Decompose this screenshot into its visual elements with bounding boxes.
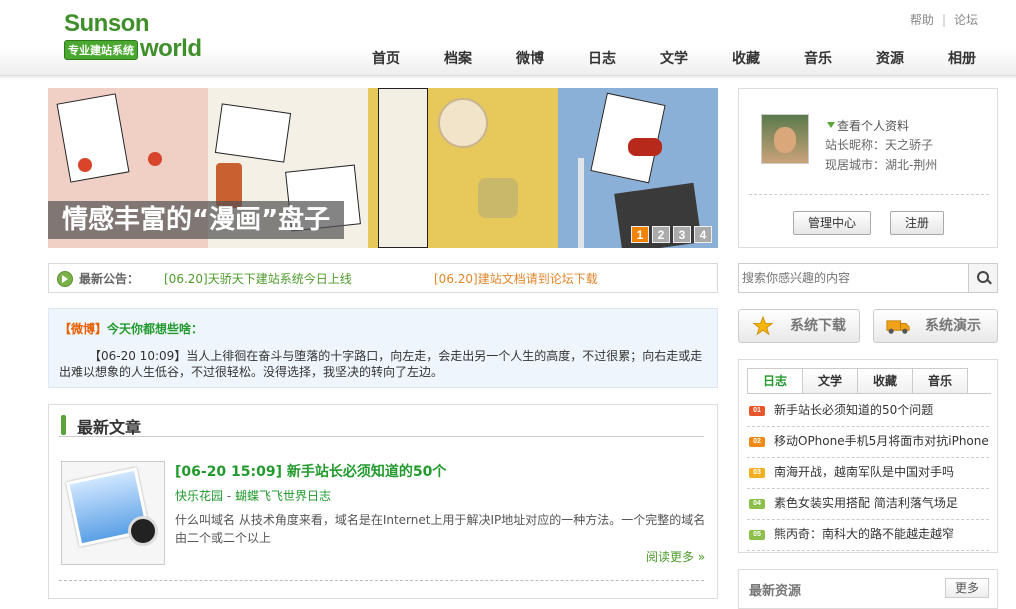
weibo-tag[interactable]: 【微博】 bbox=[59, 322, 107, 336]
download-label: 系统下载 bbox=[790, 318, 846, 334]
list-item-label: 移动OPhone手机5月将面市对抗iPhone bbox=[774, 434, 989, 448]
nav-item-favorites[interactable]: 收藏 bbox=[710, 48, 782, 70]
read-more-link[interactable]: 阅读更多 » bbox=[646, 548, 705, 565]
header-accent-bar bbox=[61, 415, 66, 435]
banner-page-3[interactable]: 3 bbox=[673, 226, 691, 243]
list-item-label: 南海开战，越南军队是中国对手吗 bbox=[774, 465, 955, 479]
banner-page-4[interactable]: 4 bbox=[694, 226, 712, 243]
banner-slideshow[interactable]: 情感丰富的“漫画”盘子 1 2 3 4 bbox=[48, 88, 718, 248]
view-profile-link[interactable]: 查看个人资料 bbox=[827, 117, 909, 134]
latest-resources: 最新资源 更多 bbox=[738, 569, 998, 609]
banner-pagination: 1 2 3 4 bbox=[631, 226, 712, 243]
logo-text-sunson: Sunson bbox=[64, 10, 150, 37]
divider bbox=[59, 580, 704, 581]
search-icon[interactable] bbox=[968, 264, 997, 292]
tab-literature[interactable]: 文学 bbox=[802, 368, 858, 393]
rank-badge: 02 bbox=[749, 437, 765, 447]
announcement-item[interactable]: [06.20]建站文档请到论坛下载 bbox=[434, 270, 598, 287]
tab-blog[interactable]: 日志 bbox=[747, 368, 803, 394]
tabs-panel: 日志 文学 收藏 音乐 01 新手站长必须知道的50个问题 02 移动OPhone手机… bbox=[738, 359, 998, 553]
nav-item-blog[interactable]: 日志 bbox=[566, 48, 638, 70]
banner-caption: 情感丰富的“漫画”盘子 bbox=[48, 201, 345, 239]
demo-label: 系统演示 bbox=[925, 318, 981, 334]
main-nav: 首页 档案 微博 日志 文学 收藏 音乐 资源 相册 bbox=[350, 48, 998, 70]
admin-center-button[interactable]: 管理中心 bbox=[793, 211, 871, 235]
list-item-label: 素色女装实用搭配 简洁利落气场足 bbox=[774, 496, 958, 510]
magnifier-icon bbox=[128, 516, 158, 546]
list-item[interactable]: 03 南海开战，越南军队是中国对手吗 bbox=[747, 458, 989, 489]
announcement-bar: 最新公告： [06.20]天骄天下建站系统今日上线 [06.20]建站文档请到论… bbox=[48, 263, 718, 293]
announcement-label: 最新公告： bbox=[79, 272, 140, 286]
register-button[interactable]: 注册 bbox=[890, 211, 944, 235]
banner-page-2[interactable]: 2 bbox=[652, 226, 670, 243]
site-logo[interactable]: Sunson 专业建站系统 world bbox=[62, 10, 212, 62]
logo-tagline: 专业建站系统 bbox=[64, 40, 138, 60]
site-header: Sunson 专业建站系统 world 帮助 | 论坛 首页 档案 微博 日志 文学… bbox=[0, 0, 1016, 79]
nav-item-resources[interactable]: 资源 bbox=[854, 48, 926, 70]
weibo-content: 【06-20 10:09】当人上徘徊在奋斗与堕落的十字路口，向左走，会走出另一个… bbox=[59, 349, 703, 379]
article-summary: 什么叫域名 从技术角度来看，域名是在Internet上用于解决IP地址对应的一种… bbox=[175, 513, 706, 545]
list-item-label: 熊丙奇：南科大的路不能越走越窄 bbox=[774, 527, 955, 541]
section-header: 最新文章 bbox=[59, 413, 704, 437]
article-category[interactable]: 快乐花园 bbox=[175, 489, 223, 503]
truck-icon bbox=[886, 320, 910, 334]
search-box bbox=[738, 263, 998, 293]
divider bbox=[749, 194, 989, 195]
nav-item-home[interactable]: 首页 bbox=[350, 48, 422, 70]
tab-music[interactable]: 音乐 bbox=[912, 368, 968, 393]
rank-badge: 01 bbox=[749, 406, 765, 416]
profile-box: 查看个人资料 站长昵称：天之骄子 现居城市：湖北-荆州 管理中心 注册 bbox=[738, 88, 998, 248]
nav-item-archive[interactable]: 档案 bbox=[422, 48, 494, 70]
nav-item-literature[interactable]: 文学 bbox=[638, 48, 710, 70]
section-title: 最新资源 bbox=[749, 584, 802, 599]
list-item[interactable]: 01 新手站长必须知道的50个问题 bbox=[747, 396, 989, 427]
banner-panel bbox=[558, 88, 718, 248]
banner-panel bbox=[368, 88, 558, 248]
weibo-title: 【微博】今天你都想些啥： bbox=[59, 320, 203, 337]
list-item[interactable]: 05 熊丙奇：南科大的路不能越走越窄 bbox=[747, 520, 989, 551]
top-links-separator: | bbox=[941, 13, 946, 27]
tab-underline bbox=[747, 393, 991, 394]
list-item[interactable]: 04 素色女装实用搭配 简洁利落气场足 bbox=[747, 489, 989, 520]
article-author[interactable]: 蝴蝶飞飞世界日志 bbox=[235, 489, 331, 503]
download-button[interactable]: 系统下载 bbox=[738, 309, 860, 343]
search-input[interactable] bbox=[742, 268, 967, 288]
announcement-item[interactable]: [06.20]天骄天下建站系统今日上线 bbox=[164, 270, 352, 287]
avatar[interactable] bbox=[761, 114, 809, 164]
star-icon bbox=[752, 316, 774, 336]
speaker-icon bbox=[57, 271, 73, 287]
article-title[interactable]: [06-20 15:09] 新手站长必须知道的50个 bbox=[175, 461, 446, 481]
nav-item-album[interactable]: 相册 bbox=[926, 48, 998, 70]
forum-link[interactable]: 论坛 bbox=[954, 13, 978, 27]
nav-item-music[interactable]: 音乐 bbox=[782, 48, 854, 70]
tab-list: 01 新手站长必须知道的50个问题 02 移动OPhone手机5月将面市对抗iPhon… bbox=[747, 396, 989, 551]
section-title: 最新文章 bbox=[77, 418, 142, 437]
rank-badge: 04 bbox=[749, 499, 765, 509]
latest-articles: 最新文章 [06-20 15:09] 新手站长必须知道的50个 快乐花园 - 蝴… bbox=[48, 404, 718, 599]
tab-bar: 日志 文学 收藏 音乐 bbox=[747, 368, 968, 394]
help-link[interactable]: 帮助 bbox=[910, 13, 934, 27]
weibo-box: 【微博】今天你都想些啥： 【06-20 10:09】当人上徘徊在奋斗与堕落的十字… bbox=[48, 308, 718, 388]
tab-favorites[interactable]: 收藏 bbox=[857, 368, 913, 393]
logo-text-world: world bbox=[140, 35, 202, 62]
banner-page-1[interactable]: 1 bbox=[631, 226, 649, 243]
meta-separator: - bbox=[223, 489, 235, 503]
top-links: 帮助 | 论坛 bbox=[910, 11, 978, 28]
article-thumbnail[interactable] bbox=[61, 461, 165, 565]
article-meta: 快乐花园 - 蝴蝶飞飞世界日志 bbox=[175, 487, 331, 504]
rank-badge: 05 bbox=[749, 530, 765, 540]
owner-city: 现居城市：湖北-荆州 bbox=[825, 158, 938, 172]
list-item[interactable]: 02 移动OPhone手机5月将面市对抗iPhone bbox=[747, 427, 989, 458]
list-item-label: 新手站长必须知道的50个问题 bbox=[774, 403, 934, 417]
owner-nickname: 站长昵称：天之骄子 bbox=[825, 138, 934, 152]
weibo-heading: 今天你都想些啥： bbox=[107, 322, 204, 336]
demo-button[interactable]: 系统演示 bbox=[873, 309, 998, 343]
more-button[interactable]: 更多 bbox=[945, 578, 989, 598]
nav-item-weibo[interactable]: 微博 bbox=[494, 48, 566, 70]
rank-badge: 03 bbox=[749, 468, 765, 478]
